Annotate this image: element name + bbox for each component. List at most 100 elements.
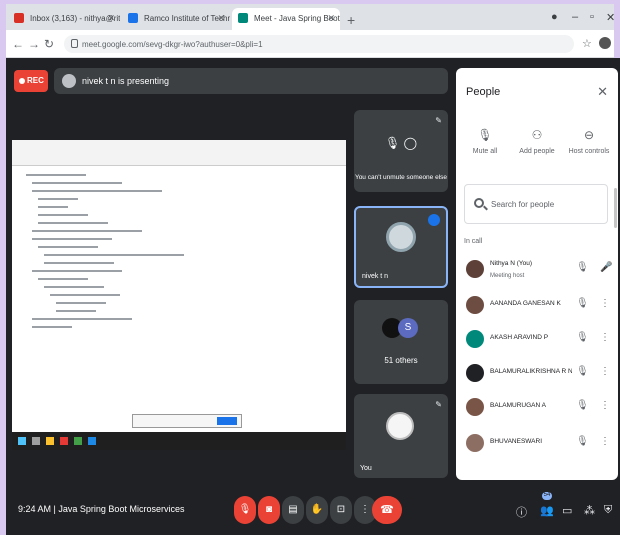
close-icon[interactable]: ✕: [597, 84, 608, 100]
mic-off-icon[interactable]: 🎙: [576, 366, 589, 377]
chat-icon[interactable]: ▭: [562, 504, 572, 517]
windows-taskbar: [12, 432, 346, 450]
mute-all-button[interactable]: 🎙 Mute all: [460, 128, 510, 155]
reload-icon[interactable]: ↻: [44, 37, 54, 51]
participant-avatar: [466, 296, 484, 314]
presentation-stage[interactable]: [12, 140, 346, 450]
document-text-line: [38, 206, 68, 208]
dialog-box: [132, 414, 242, 428]
document-text-line: [32, 270, 122, 272]
shared-screen: [12, 140, 346, 450]
url-text: meet.google.com/sevg-dkgr-iwo?authuser=0…: [82, 40, 263, 49]
scrollbar[interactable]: [614, 188, 617, 228]
maximize-icon[interactable]: ▫: [590, 11, 594, 23]
tile-presenter[interactable]: nivek t n: [354, 206, 448, 288]
more-options-icon[interactable]: ⋮: [600, 436, 610, 447]
profile-avatar[interactable]: [599, 37, 611, 49]
people-panel: People ✕ 🎙 Mute all ⚇ Add people ⊖ Host …: [456, 68, 618, 480]
folder-icon: [46, 437, 54, 445]
mic-off-icon[interactable]: 🎙: [576, 262, 589, 273]
mic-icon[interactable]: 🎤: [600, 262, 612, 273]
document-text-line: [26, 174, 86, 176]
tile-self[interactable]: ✎ You: [354, 394, 448, 478]
more-options-icon[interactable]: ⋮: [600, 298, 610, 309]
pin-icon[interactable]: ✎: [435, 116, 442, 125]
mute-all-icon: 🎙: [477, 128, 493, 142]
people-count-badge: 54: [542, 492, 552, 500]
forward-icon[interactable]: →: [28, 37, 40, 51]
leave-call-button[interactable]: ☎: [372, 496, 402, 524]
participant-name: Nithya N (You): [490, 260, 533, 267]
tile-muted-participant[interactable]: ✎ 🎙 ◯ You can't unmute someone else: [354, 110, 448, 192]
tile-others[interactable]: S 51 others: [354, 300, 448, 384]
presenting-banner: nivek t n is presenting: [54, 68, 448, 94]
camera-toggle-button[interactable]: ◙: [258, 496, 280, 524]
add-people-button[interactable]: ⚇ Add people: [512, 128, 562, 155]
speaking-indicator: [428, 214, 440, 226]
lock-icon: [71, 39, 78, 48]
minimize-icon[interactable]: –: [572, 11, 578, 23]
tab-close-icon[interactable]: ✕: [327, 13, 335, 24]
presenter-avatar: [386, 222, 416, 252]
present-now-button[interactable]: ⊡: [330, 496, 352, 524]
action-label: Host controls: [568, 148, 610, 155]
search-icon: [474, 198, 484, 208]
mic-off-icon[interactable]: 🎙: [576, 436, 589, 447]
document-text-line: [44, 262, 114, 264]
document-text-line: [38, 198, 78, 200]
dialog-button: [217, 417, 237, 425]
captions-button[interactable]: ▤: [282, 496, 304, 524]
participant-avatar: [466, 364, 484, 382]
mic-toggle-button[interactable]: 🎙: [234, 496, 256, 524]
participant-row[interactable]: BALAMURALIKRISHNA R N 🎙 ⋮: [456, 358, 618, 392]
tab-meet[interactable]: Meet - Java Spring Boot Mi... ✕: [232, 8, 340, 30]
add-person-icon: ⚇: [531, 128, 543, 142]
tab-ramco[interactable]: Ramco Institute of Technology ✕: [122, 8, 230, 30]
close-window-icon[interactable]: ✕: [606, 11, 615, 24]
tab-close-icon[interactable]: ✕: [107, 13, 115, 24]
url-field[interactable]: meet.google.com/sevg-dkgr-iwo?authuser=0…: [64, 35, 574, 53]
document-text-line: [38, 214, 88, 216]
meet-icon: [238, 13, 248, 23]
activities-icon[interactable]: ⁂: [584, 504, 595, 517]
new-tab-button[interactable]: +: [347, 12, 355, 28]
avatar-s: S: [398, 318, 418, 338]
search-icon: [32, 437, 40, 445]
document-text-line: [38, 222, 108, 224]
participant-row[interactable]: BHUVANESWARI 🎙 ⋮: [456, 428, 618, 462]
back-icon[interactable]: ←: [12, 37, 24, 51]
mic-off-icon[interactable]: 🎙: [576, 298, 589, 309]
meeting-details-icon[interactable]: ⓘ: [516, 504, 527, 520]
document-text-line: [32, 190, 162, 192]
app-icon: [88, 437, 96, 445]
gmail-icon: [14, 13, 24, 23]
host-controls-button[interactable]: ⊖ Host controls: [564, 128, 614, 155]
tab-gmail[interactable]: Inbox (3,163) - nithya@ritchennai... ✕: [8, 8, 120, 30]
document-text-line: [44, 286, 104, 288]
participant-role: Meeting host: [490, 273, 525, 279]
tab-close-icon[interactable]: ✕: [217, 13, 225, 24]
participant-row[interactable]: BALAMURUGAN A 🎙 ⋮: [456, 392, 618, 426]
participant-row[interactable]: AANANDA GANESAN K 🎙 ⋮: [456, 290, 618, 324]
host-controls-icon[interactable]: ⛨: [604, 504, 612, 517]
people-icon[interactable]: 👥: [540, 504, 554, 517]
participant-row[interactable]: AKASH ARAVIND P 🎙 ⋮: [456, 324, 618, 358]
bookmark-star-icon[interactable]: ☆: [582, 37, 592, 50]
people-search-input[interactable]: Search for people: [464, 184, 608, 224]
mic-off-icon[interactable]: 🎙: [576, 400, 589, 411]
more-options-icon[interactable]: ⋮: [600, 366, 610, 377]
participant-name: BHUVANESWARI: [490, 438, 543, 445]
tab-search-icon[interactable]: ●: [551, 11, 558, 23]
mic-off-icon[interactable]: 🎙: [576, 332, 589, 343]
participant-name: BALAMURUGAN A: [490, 402, 546, 409]
participant-avatar: [466, 330, 484, 348]
separator: |: [53, 504, 56, 514]
participant-row[interactable]: Nithya N (You) Meeting host 🎙 🎤: [456, 254, 618, 288]
pin-icon[interactable]: ✎: [435, 400, 442, 409]
more-options-icon[interactable]: ⋮: [600, 332, 610, 343]
more-options-icon[interactable]: ⋮: [600, 400, 610, 411]
presenting-text: nivek t n is presenting: [82, 76, 170, 86]
raise-hand-button[interactable]: ✋: [306, 496, 328, 524]
document-text-line: [32, 238, 112, 240]
document-text-line: [38, 246, 98, 248]
